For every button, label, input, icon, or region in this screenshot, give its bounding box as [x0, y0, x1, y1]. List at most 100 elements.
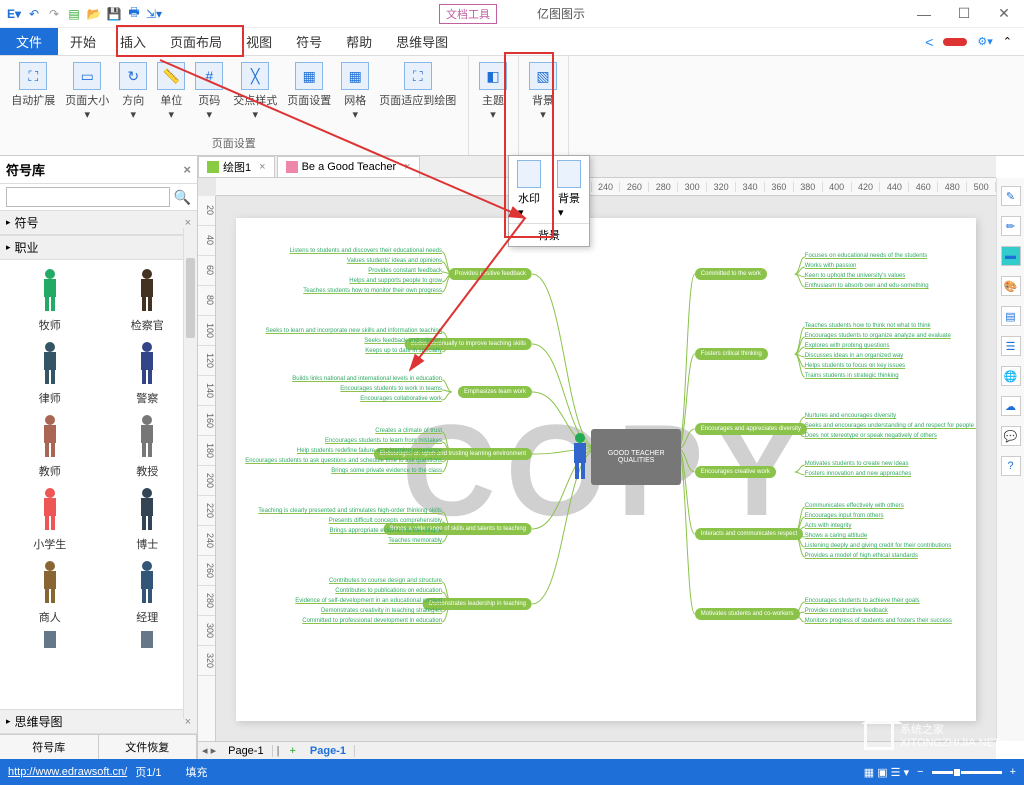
panel-tab-recovery[interactable]: 文件恢复: [99, 735, 198, 759]
page-tab-1b[interactable]: Page-1: [302, 745, 355, 757]
mindmap-leaf[interactable]: Works with passion: [805, 263, 857, 269]
print-icon[interactable]: 🖶: [126, 6, 142, 22]
doc-tools-tab[interactable]: 文档工具: [439, 4, 497, 24]
mindmap-leaf[interactable]: Trains students in strategic thinking: [805, 373, 899, 379]
collapse-ribbon-icon[interactable]: ⌃: [1003, 35, 1012, 48]
background-option[interactable]: 背景▾: [549, 156, 589, 223]
mindmap-leaf[interactable]: Acts with integrity: [805, 523, 852, 529]
tool-pointer[interactable]: ✎: [1001, 186, 1021, 206]
tool-outline[interactable]: ☰: [1001, 336, 1021, 356]
mindmap-branch-node[interactable]: Committed to the work: [695, 268, 767, 280]
tab-start[interactable]: 开始: [58, 28, 108, 55]
open-icon[interactable]: 📂: [86, 6, 102, 22]
export-icon[interactable]: ⇲▾: [146, 6, 162, 22]
mindmap-branch-node[interactable]: Encourages and appreciates diversity: [695, 423, 807, 435]
tool-fill[interactable]: ▬: [1001, 246, 1021, 266]
annotation-highlight-background: [504, 52, 554, 238]
symbol-item[interactable]: 教师: [6, 412, 94, 479]
tool-theme[interactable]: 🎨: [1001, 276, 1021, 296]
mindmap-leaf[interactable]: Brings appropriate evidence to the criti…: [330, 528, 442, 534]
symbol-item[interactable]: [104, 631, 192, 651]
mindmap-leaf[interactable]: Committed to professional development in…: [302, 618, 442, 624]
mindmap-leaf[interactable]: Provides a model of high ethical standar…: [805, 553, 918, 559]
mindmap-leaf[interactable]: Discusses ideas in an organized way: [805, 353, 903, 359]
mindmap-leaf[interactable]: Monitors progress of students and foster…: [805, 618, 952, 624]
mindmap-leaf[interactable]: Helps students to focus on key issues: [805, 363, 905, 369]
page-nav-prev[interactable]: ◂ ▸: [198, 744, 220, 757]
symbol-item[interactable]: 经理: [104, 558, 192, 625]
ribbon-page-size[interactable]: ▭页面大小▾: [63, 60, 111, 123]
mindmap-leaf[interactable]: Encourages students to learn from mistak…: [325, 438, 442, 444]
minimize-button[interactable]: —: [904, 0, 944, 28]
panel-tab-library[interactable]: 符号库: [0, 735, 99, 759]
mindmap-leaf[interactable]: Communicates effectively with others: [805, 503, 904, 509]
mindmap-leaf[interactable]: Seeks and encourages understanding of an…: [805, 423, 976, 429]
mindmap-leaf[interactable]: Focuses on educational needs of the stud…: [805, 253, 927, 259]
zoom-out-icon[interactable]: −: [917, 766, 923, 778]
share-icon[interactable]: <: [925, 34, 933, 50]
mindmap-leaf[interactable]: Motivates students to create new ideas: [805, 461, 909, 467]
mindmap-leaf[interactable]: Shows a caring attitude: [805, 533, 867, 539]
add-page-button[interactable]: +: [283, 745, 301, 757]
zoom-slider[interactable]: [932, 771, 1002, 774]
symbol-item[interactable]: 小学生: [6, 485, 94, 552]
mindmap-leaf[interactable]: Encourages students to organize analyze …: [805, 333, 951, 339]
symbol-item[interactable]: 博士: [104, 485, 192, 552]
mindmap-leaf[interactable]: Explores with probing questions: [805, 343, 890, 349]
mindmap-leaf[interactable]: Brings some private evidence to the clas…: [331, 468, 442, 474]
mindmap-leaf[interactable]: Enthusiasm to absorb own and edu-somethi…: [805, 283, 929, 289]
mindmap-branch-node[interactable]: Fosters critical thinking: [695, 348, 768, 360]
page-tab-1[interactable]: Page-1: [220, 745, 272, 757]
mindmap-leaf[interactable]: Teaches memorably: [388, 538, 442, 544]
ribbon-auto-expand[interactable]: ⛶自动扩展: [9, 60, 57, 110]
symbol-item[interactable]: 律师: [6, 339, 94, 406]
mindmap-leaf[interactable]: Encourages students to ask questions and…: [245, 458, 442, 464]
symbol-item[interactable]: 牧师: [6, 266, 94, 333]
mindmap-leaf[interactable]: Encourages input from others: [805, 513, 884, 519]
mindmap-leaf[interactable]: Demonstrates creativity in teaching stra…: [321, 608, 442, 614]
settings-icon[interactable]: ⚙▾: [977, 35, 992, 48]
mindmap-leaf[interactable]: Listening deeply and giving credit for t…: [805, 543, 951, 549]
undo-icon[interactable]: ↶: [26, 6, 42, 22]
new-icon[interactable]: ▤: [66, 6, 82, 22]
tool-layers[interactable]: ▤: [1001, 306, 1021, 326]
mindmap-leaf[interactable]: Creates a climate of trust: [375, 428, 442, 434]
status-url[interactable]: http://www.edrawsoft.cn/: [8, 766, 127, 778]
color-palette[interactable]: [222, 766, 854, 778]
status-page-info: 页1/1: [135, 764, 161, 780]
mindmap-leaf[interactable]: Help students redefine failure as a lear…: [297, 448, 442, 454]
section-mindmap[interactable]: ▸思维导图×: [0, 709, 197, 734]
symbol-item[interactable]: [6, 631, 94, 651]
close-button[interactable]: ✕: [984, 0, 1024, 28]
mindmap-leaf[interactable]: Teaches students how to think not what t…: [805, 323, 931, 329]
mindmap-leaf[interactable]: Encourages students to achieve their goa…: [805, 598, 920, 604]
mindmap-leaf[interactable]: Contributes to publications on education: [335, 588, 442, 594]
zoom-in-icon[interactable]: +: [1010, 766, 1016, 778]
save-icon[interactable]: 💾: [106, 6, 122, 22]
mindmap-leaf[interactable]: Keen to uphold the university's values: [805, 273, 906, 279]
mindmap-leaf[interactable]: Contributes to course design and structu…: [329, 578, 442, 584]
symbol-item[interactable]: 商人: [6, 558, 94, 625]
tool-globe[interactable]: 🌐: [1001, 366, 1021, 386]
mindmap-branch-node[interactable]: Interacts and communicates respect: [695, 528, 803, 540]
mindmap-leaf[interactable]: Does not stereotype or speak negatively …: [805, 433, 937, 439]
tool-cloud[interactable]: ☁: [1001, 396, 1021, 416]
mindmap-leaf[interactable]: Nurtures and encourages diversity: [805, 413, 896, 419]
symbol-item[interactable]: 教授: [104, 412, 192, 479]
mindmap-leaf[interactable]: Fosters innovation and new approaches: [805, 471, 911, 477]
maximize-button[interactable]: ☐: [944, 0, 984, 28]
mindmap-center-node[interactable]: GOOD TEACHER QUALITIES: [591, 429, 681, 485]
tool-comment[interactable]: 💬: [1001, 426, 1021, 446]
tool-edit[interactable]: ✏: [1001, 216, 1021, 236]
mindmap-branch-node[interactable]: Motivates students and co-workers: [695, 608, 800, 620]
view-mode-icons[interactable]: ▦ ▣ ☰ ▾: [864, 766, 909, 779]
redo-icon[interactable]: ↷: [46, 6, 62, 22]
mindmap-leaf[interactable]: Teaching is clearly presented and stimul…: [258, 508, 442, 514]
tool-help[interactable]: ?: [1001, 456, 1021, 476]
mindmap-leaf[interactable]: Evidence of self-development in an educa…: [295, 598, 442, 604]
file-menu[interactable]: 文件: [0, 28, 58, 55]
mindmap-leaf[interactable]: Provides constructive feedback: [805, 608, 888, 614]
mindmap-branch-node[interactable]: Encourages creative work: [695, 466, 776, 478]
titlebar: E▾ ↶ ↷ ▤ 📂 💾 🖶 ⇲▾ 文档工具 亿图图示 — ☐ ✕: [0, 0, 1024, 28]
mindmap-leaf[interactable]: Presents difficult concepts comprehensib…: [329, 518, 442, 524]
